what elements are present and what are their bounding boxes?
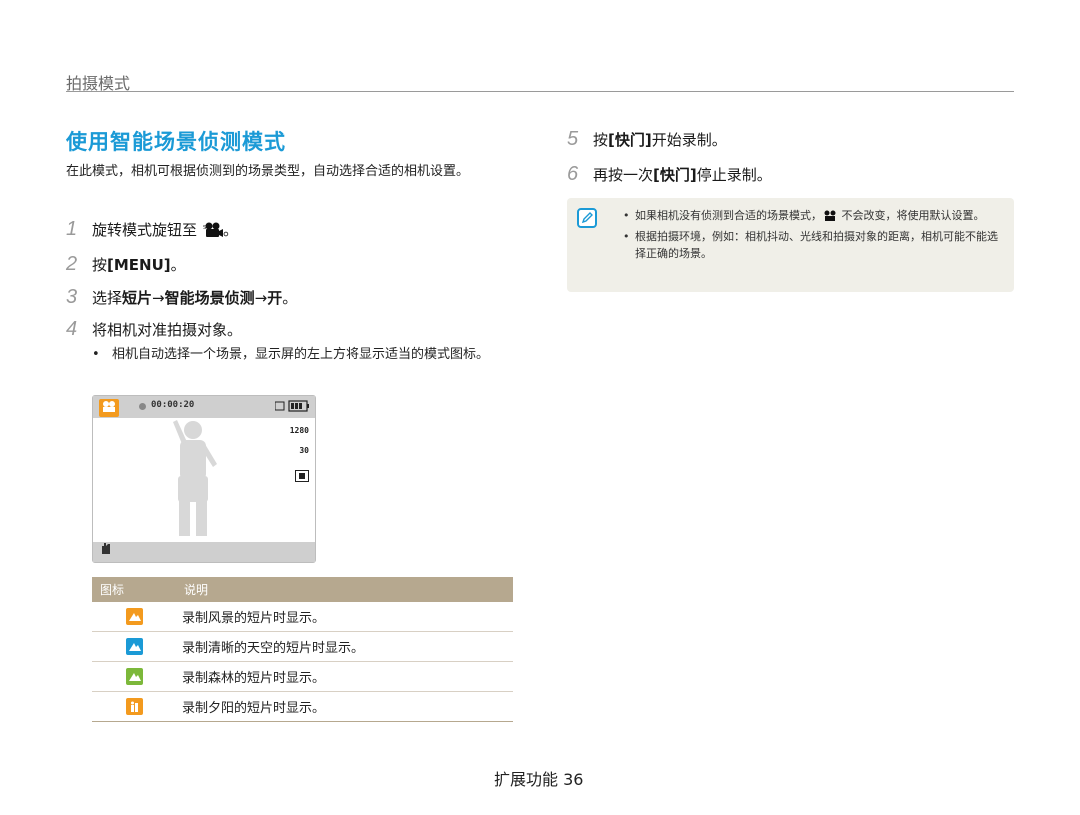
- table-row: 录制风景的短片时显示。: [92, 602, 513, 632]
- column-header-description: 说明: [176, 577, 513, 602]
- note-list: • 如果相机没有侦测到合适的场景模式， 不会改变，将使用默认设置。 • 根据拍摄…: [623, 207, 1003, 266]
- row-description: 录制夕阳的短片时显示。: [176, 691, 513, 722]
- step-suffix: 。: [282, 289, 298, 307]
- step-4-bullet: • 相机自动选择一个场景，显示屏的左上方将显示适当的模式图标。: [92, 347, 490, 362]
- page-title: 使用智能场景侦测模式: [66, 130, 286, 154]
- landscape-icon: [125, 608, 143, 625]
- intro-text: 在此模式，相机可根据侦测到的场景类型，自动选择合适的相机设置。: [66, 164, 470, 179]
- ois-icon: [99, 540, 113, 559]
- step-2: 2 按 [MENU] 。: [66, 253, 186, 276]
- smart-scene-mode-icon: [99, 399, 119, 417]
- step-text: 按: [593, 131, 609, 149]
- recording-timer: 00:00:20: [151, 400, 195, 410]
- table-row: 录制清晰的天空的短片时显示。: [92, 631, 513, 662]
- step-1: 1 旋转模式旋钮至 S 。: [66, 218, 238, 241]
- shutter-button-label: [快门]: [608, 131, 652, 149]
- smart-movie-mode-icon: S: [203, 222, 224, 238]
- row-description: 录制清晰的天空的短片时显示。: [176, 631, 513, 662]
- table-header-row: 图标 说明: [92, 577, 513, 602]
- step-number: 3: [66, 286, 78, 308]
- fps-icon: 30: [299, 446, 309, 455]
- step-text: 旋转模式旋钮至: [92, 221, 198, 239]
- note-box: • 如果相机没有侦测到合适的场景模式， 不会改变，将使用默认设置。 • 根据拍摄…: [567, 198, 1014, 292]
- camera-screen-preview: 00:00:20 1280 30: [92, 395, 316, 563]
- step-5: 5 按 [快门] 开始录制。: [567, 128, 727, 151]
- forest-icon: [125, 668, 143, 685]
- step-text: 按: [92, 256, 108, 274]
- step-number: 6: [567, 163, 579, 185]
- table-row: 录制夕阳的短片时显示。: [92, 691, 513, 722]
- menu-button-label: [MENU]: [107, 255, 171, 274]
- header-divider: [66, 91, 1014, 92]
- step-suffix: 。: [170, 256, 186, 274]
- smart-scene-mode-inline-icon: [822, 209, 838, 222]
- table-row: 录制森林的短片时显示。: [92, 661, 513, 692]
- step-3: 3 选择 短片 → 智能场景侦测 → 开 。: [66, 286, 297, 309]
- note-pencil-icon: [577, 208, 597, 228]
- svg-text:S: S: [203, 225, 206, 231]
- battery-icon: [274, 400, 309, 414]
- menu-path-movie: 短片: [122, 289, 153, 307]
- sunset-icon: [125, 698, 143, 715]
- scene-icon-table: 图标 说明 录制风景的短片时显示。 录制清晰的天空的短片时显示。 录制森林的短片…: [92, 577, 513, 722]
- record-indicator: [139, 403, 146, 410]
- row-description: 录制森林的短片时显示。: [176, 661, 513, 692]
- step-number: 1: [66, 218, 78, 240]
- step-6: 6 再按一次 [快门] 停止录制。: [567, 163, 772, 186]
- step-number: 4: [66, 318, 78, 340]
- resolution-icon: 1280: [289, 426, 309, 435]
- subject-silhouette: [173, 420, 217, 536]
- step-suffix: 。: [223, 221, 239, 239]
- step-suffix: 停止录制。: [696, 166, 772, 184]
- page-footer: 扩展功能 36: [494, 770, 584, 789]
- screen-bottom-bar: [93, 542, 315, 562]
- arrow-2: →: [254, 288, 268, 307]
- step-number: 2: [66, 253, 78, 275]
- shutter-button-label: [快门]: [653, 166, 697, 184]
- note-item: • 如果相机没有侦测到合适的场景模式， 不会改变，将使用默认设置。: [623, 209, 985, 222]
- step-suffix: 开始录制。: [651, 131, 727, 149]
- row-description: 录制风景的短片时显示。: [176, 602, 513, 632]
- menu-path-smart-scene: 智能场景侦测: [164, 289, 255, 307]
- step-text: 将相机对准拍摄对象。: [92, 321, 243, 339]
- blue-sky-icon: [125, 638, 143, 655]
- note-item: • 根据拍摄环境，例如：相机抖动、光线和拍摄对象的距离，相机可能不能选择正确的场…: [623, 230, 998, 260]
- arrow-1: →: [152, 288, 165, 307]
- step-4: 4 将相机对准拍摄对象。: [66, 318, 242, 341]
- step-number: 5: [567, 128, 579, 150]
- step-text: 再按一次: [593, 166, 654, 184]
- column-header-icon: 图标: [92, 577, 176, 602]
- menu-path-on: 开: [267, 289, 283, 307]
- step-text: 选择: [92, 289, 123, 307]
- metering-icon: [295, 470, 309, 484]
